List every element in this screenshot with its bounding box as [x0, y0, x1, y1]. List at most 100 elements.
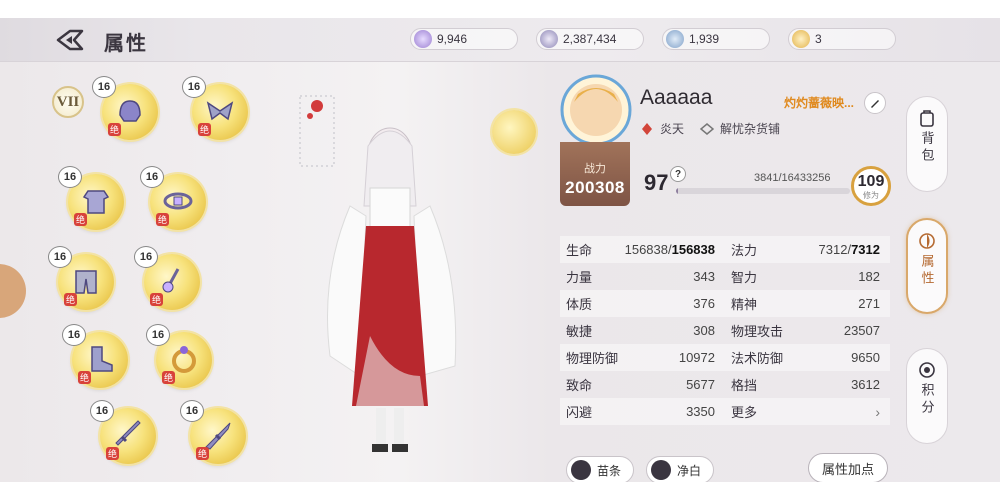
equip-slot-belt[interactable]: 16 绝 — [140, 166, 206, 230]
stat-row: 生命 156838/156838 法力 7312/7312 — [560, 236, 890, 263]
equip-slot-armor[interactable]: 16 绝 — [58, 166, 124, 230]
currency-blue-token[interactable]: 1,939 — [662, 28, 770, 50]
grade-tag: 绝 — [74, 213, 87, 226]
slot-level: 16 — [58, 166, 82, 188]
whiten-icon — [651, 460, 671, 480]
slim-button[interactable]: 苗条 — [566, 456, 635, 482]
whiten-label: 净白 — [677, 463, 702, 478]
grade-tag: 绝 — [106, 447, 119, 460]
chevron-right-icon: › — [875, 403, 880, 420]
stat-row: 物理防御 10972 法术防御 9650 — [560, 344, 890, 371]
stat-cell: 力量 343 — [560, 263, 725, 290]
currency-silver-coin[interactable]: 2,387,434 — [536, 28, 644, 50]
faction-row: 炎天 解忧杂货铺 — [640, 120, 780, 137]
stat-value: 3350 — [686, 404, 715, 419]
equip-slot-amulet[interactable]: 16 绝 — [134, 246, 200, 310]
stat-cell: 闪避 3350 — [560, 398, 725, 425]
slot-level: 16 — [62, 324, 86, 346]
stat-value: 7312/7312 — [818, 242, 880, 257]
stat-cell: 致命 5677 — [560, 371, 725, 398]
slim-label: 苗条 — [597, 463, 622, 478]
stat-label: 生命 — [566, 243, 593, 258]
stat-label: 精神 — [731, 297, 758, 312]
backpack-icon — [920, 110, 934, 127]
top-letterbox — [0, 0, 1000, 18]
equip-slot-pants[interactable]: 16 绝 — [48, 246, 114, 310]
stat-row: 闪避 3350 更多 › — [560, 398, 890, 425]
stat-label: 格挡 — [731, 378, 758, 393]
attribute-points-button[interactable]: 属性加点 — [808, 453, 888, 482]
more-stats-link[interactable]: 更多 › — [725, 398, 890, 425]
slot-level: 16 — [134, 246, 158, 268]
equip-slot-boots[interactable]: 16 绝 — [62, 324, 128, 388]
bottom-letterbox — [0, 482, 1000, 500]
grade-tag: 绝 — [78, 371, 91, 384]
stat-cell: 智力 182 — [725, 263, 890, 290]
slot-level: 16 — [48, 246, 72, 268]
stat-value: 343 — [693, 269, 715, 284]
tab-points[interactable]: 积分 — [906, 348, 948, 444]
whiten-button[interactable]: 净白 — [646, 456, 715, 482]
stat-value: 308 — [693, 323, 715, 338]
game-screen: 属性 9,946 2,387,434 1,939 3 VII 16 绝 16 绝… — [0, 18, 1000, 482]
exp-bar — [676, 188, 850, 194]
rank-badge[interactable]: VII — [52, 86, 84, 118]
stat-row: 体质 376 精神 271 — [560, 290, 890, 317]
stat-value: 23507 — [843, 323, 880, 338]
grade-tag: 绝 — [64, 293, 77, 306]
player-name: Aaaaaa — [640, 86, 713, 109]
silver-coin-icon — [540, 30, 558, 48]
currency-purple-gem[interactable]: 9,946 — [410, 28, 518, 50]
cultivation-badge[interactable]: 109 修为 — [851, 166, 891, 206]
slot-level: 16 — [90, 400, 114, 422]
stat-row: 敏捷 308 物理攻击 23507 — [560, 317, 890, 344]
currency-gold-coin[interactable]: 3 — [788, 28, 896, 50]
headdress-ornament — [299, 95, 335, 167]
stat-cell: 物理防御 10972 — [560, 344, 725, 371]
tab-label: 背包 — [919, 131, 935, 165]
stat-cell: 体质 376 — [560, 290, 725, 317]
equip-slot-weapon-right[interactable]: 16 绝 — [180, 400, 246, 464]
currency-value: 1,939 — [689, 32, 720, 46]
stat-label: 物理攻击 — [731, 324, 784, 339]
guild-icon — [700, 122, 715, 135]
currency-value: 2,387,434 — [563, 32, 617, 46]
back-button[interactable] — [56, 28, 84, 52]
stat-label: 物理防御 — [566, 351, 619, 366]
exp-text: 3841/16433256 — [754, 172, 831, 184]
attribute-icon — [919, 233, 935, 249]
stat-label: 智力 — [731, 270, 758, 285]
character-model — [299, 95, 457, 452]
stat-cell: 精神 271 — [725, 290, 890, 317]
equip-slot-shoulder[interactable]: 16 绝 — [182, 76, 248, 140]
grade-tag: 绝 — [198, 123, 211, 136]
player-title[interactable]: 灼灼蔷薇映... — [784, 94, 854, 111]
stat-value: 9650 — [851, 350, 880, 365]
equip-slot-helmet[interactable]: 16 绝 — [92, 76, 158, 140]
slot-level: 16 — [140, 166, 164, 188]
pet-slot[interactable] — [492, 110, 536, 154]
currency-value: 9,946 — [437, 32, 468, 46]
stat-label: 闪避 — [566, 405, 593, 420]
equip-slot-weapon-left[interactable]: 16 绝 — [90, 400, 156, 464]
equip-slot-ring[interactable]: 16 绝 — [146, 324, 212, 388]
level-help-icon[interactable]: ? — [670, 166, 686, 182]
guild-name[interactable]: 解忧杂货铺 — [720, 120, 780, 137]
tab-backpack[interactable]: 背包 — [906, 96, 948, 192]
slim-icon — [571, 460, 591, 480]
grade-tag: 绝 — [108, 123, 121, 136]
stat-cell: 法术防御 9650 — [725, 344, 890, 371]
power-label: 战力 — [584, 163, 606, 175]
gold-coin-icon — [792, 30, 810, 48]
left-side-tab[interactable] — [0, 264, 26, 318]
stat-row: 致命 5677 格挡 3612 — [560, 371, 890, 398]
tab-attributes[interactable]: 属性 — [906, 218, 948, 314]
edit-title-button[interactable] — [864, 92, 886, 114]
stat-label: 力量 — [566, 270, 593, 285]
player-avatar[interactable] — [560, 72, 632, 148]
stats-table: 生命 156838/156838 法力 7312/7312 力量 343 智力 182 … — [560, 236, 890, 425]
stat-row: 力量 343 智力 182 — [560, 263, 890, 290]
stat-label: 体质 — [566, 297, 593, 312]
cultivation-label: 修为 — [863, 191, 879, 200]
power-value: 200308 — [565, 178, 625, 197]
